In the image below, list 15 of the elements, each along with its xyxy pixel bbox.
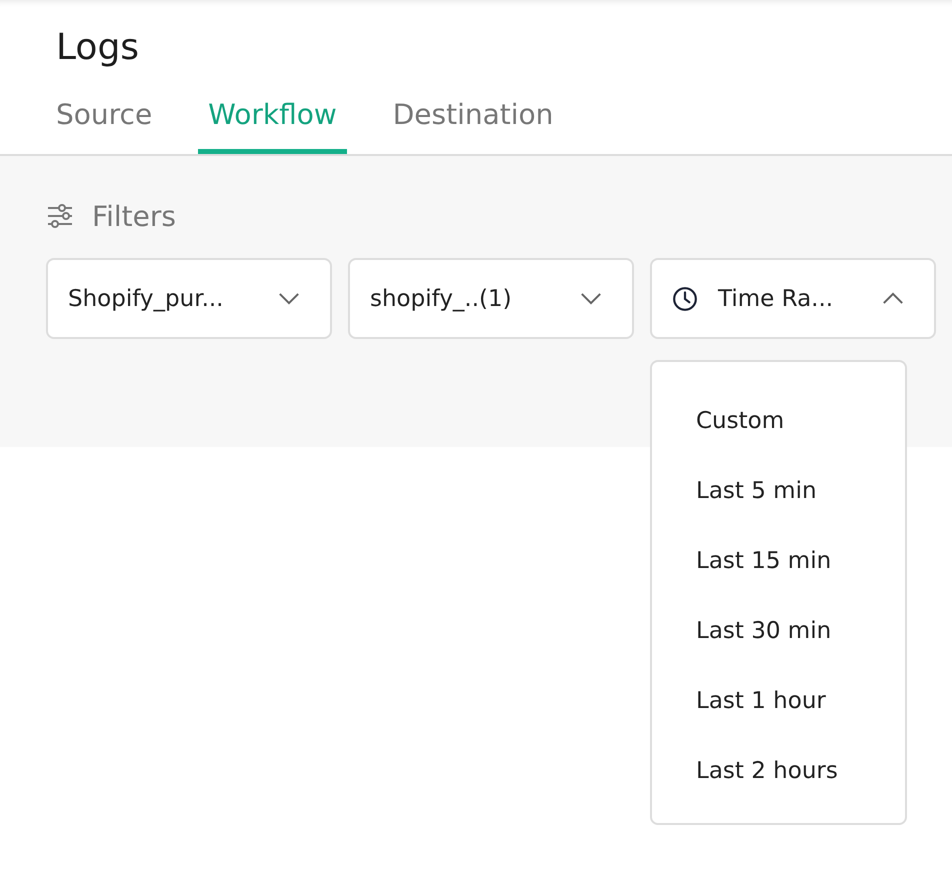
- clock-icon: [672, 286, 698, 312]
- dropdown-select[interactable]: Shopify_pur...: [46, 258, 332, 339]
- sliders-icon: [46, 202, 74, 230]
- menu-item[interactable]: Last 2 hours: [652, 736, 905, 806]
- menu-item[interactable]: Last 1 hour: [652, 666, 905, 736]
- dropdown-select[interactable]: shopify_..(1): [348, 258, 634, 339]
- menu-item[interactable]: Last 15 min: [652, 526, 905, 596]
- tab[interactable]: Source: [46, 90, 162, 154]
- page-title: Logs: [55, 26, 140, 70]
- menu-item[interactable]: Custom: [652, 386, 905, 456]
- menu-item[interactable]: Last 30 min: [652, 596, 905, 666]
- filters-label: Filters: [92, 200, 176, 232]
- menu-item[interactable]: Last 5 min: [652, 456, 905, 526]
- dropdown-select[interactable]: Time Ra...: [650, 258, 936, 339]
- tab[interactable]: Destination: [382, 90, 564, 154]
